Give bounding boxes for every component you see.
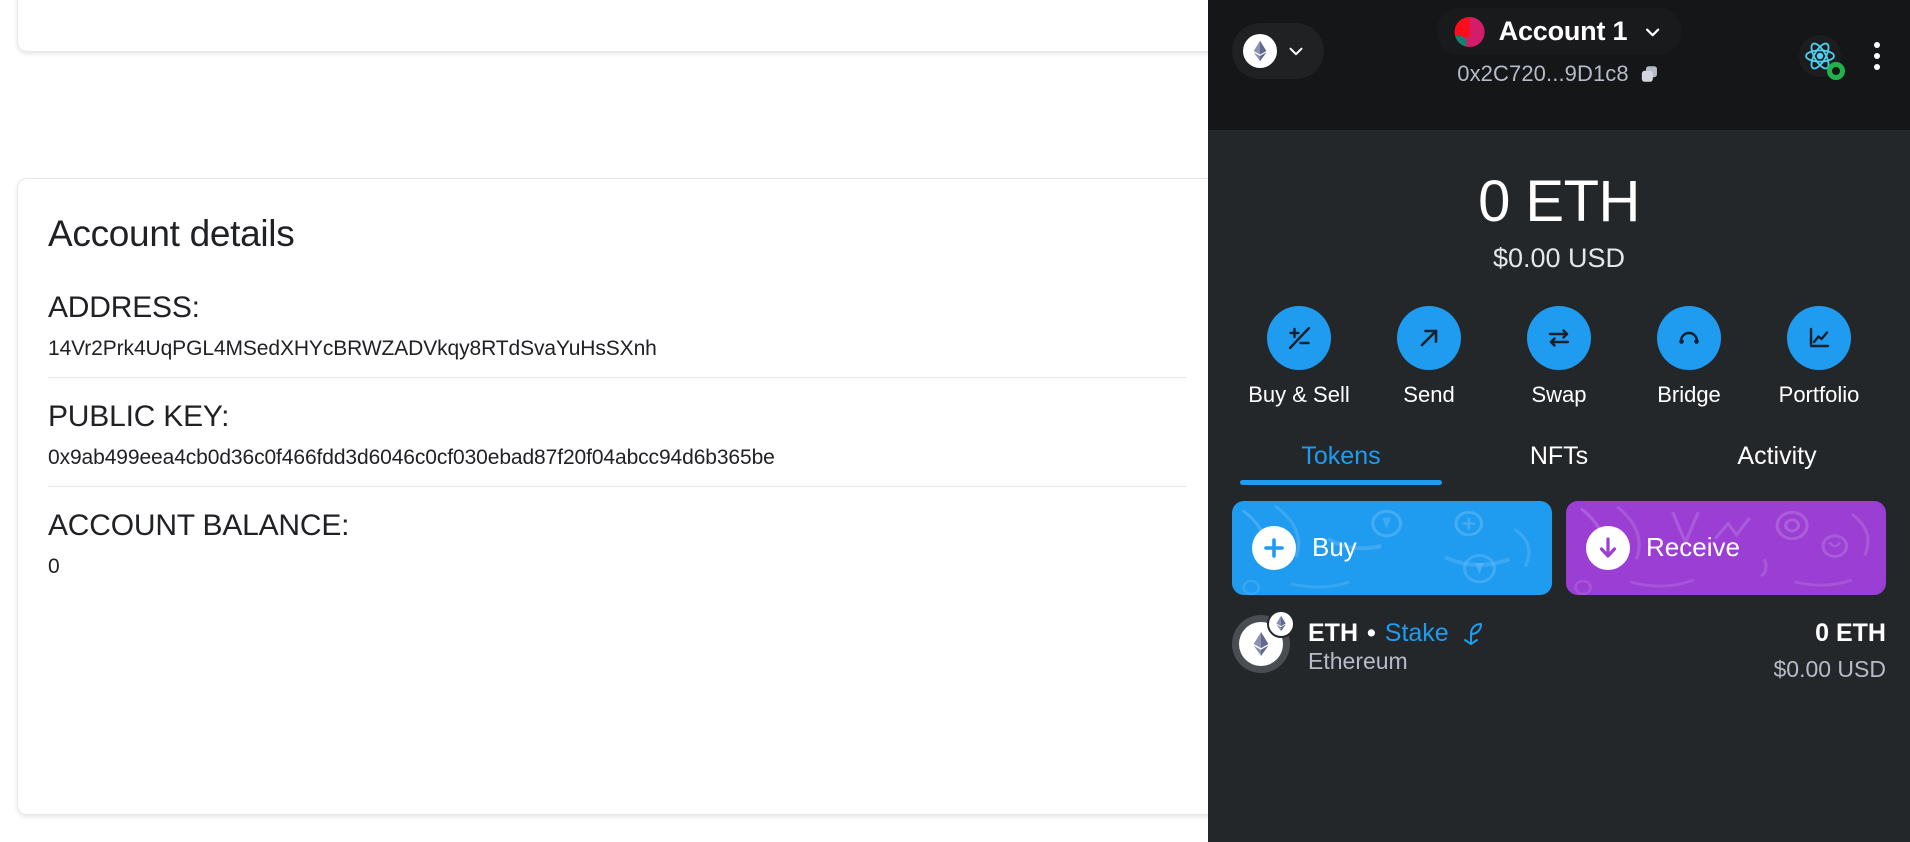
action-label: Bridge — [1657, 381, 1721, 407]
action-buttons: Buy & Sell Send Swap Bridge Portfolio — [1208, 274, 1910, 408]
tab-nfts[interactable]: NFTs — [1450, 442, 1668, 485]
buy-card[interactable]: Buy — [1232, 500, 1552, 595]
page-title: Account details — [48, 213, 295, 254]
action-swap[interactable]: Swap — [1513, 305, 1605, 408]
account-address[interactable]: 0x2C720...9D1c8 — [1457, 61, 1661, 87]
token-values: 0 ETH $0.00 USD — [1773, 615, 1886, 683]
dot — [1874, 64, 1880, 70]
balance-area: 0 ETH $0.00 USD — [1208, 130, 1910, 274]
copy-icon[interactable] — [1639, 63, 1661, 85]
tab-tokens[interactable]: Tokens — [1232, 442, 1450, 485]
arrow-up-right-icon — [1397, 305, 1461, 370]
detail-address: ADDRESS: 14Vr2Prk4UqPGL4MSedXHYcBRWZADVk… — [48, 269, 1186, 377]
plus-minus-icon — [1267, 305, 1331, 370]
buy-label: Buy — [1312, 532, 1357, 563]
kebab-menu-icon[interactable] — [1868, 36, 1886, 76]
balance-secondary: $0.00 USD — [1492, 242, 1626, 273]
list-item[interactable]: ETH • Stake Ethereum 0 ETH $0.00 USD — [1232, 609, 1886, 683]
action-label: Buy & Sell — [1248, 381, 1350, 407]
action-portfolio[interactable]: Portfolio — [1773, 305, 1865, 408]
stake-link[interactable]: Stake — [1385, 619, 1449, 648]
ethereum-network-badge-icon — [1267, 609, 1295, 638]
action-label: Portfolio — [1778, 381, 1860, 407]
dapp-page: Account details ADDRESS: 14Vr2Prk4UqPGL4… — [0, 0, 1208, 842]
account-details-card: Account details ADDRESS: 14Vr2Prk4UqPGL4… — [17, 178, 1208, 815]
ethereum-icon — [1243, 34, 1277, 68]
bridge-arc-icon — [1657, 305, 1721, 370]
action-label: Swap — [1531, 381, 1587, 407]
account-balance-value: 0 — [48, 555, 60, 578]
receive-card[interactable]: Receive — [1566, 500, 1886, 595]
chevron-down-icon — [1645, 28, 1659, 36]
detail-public-key: PUBLIC KEY: 0x9ab499eea4cb0d36c0f466fdd3… — [48, 378, 1186, 486]
token-text: ETH • Stake Ethereum — [1308, 615, 1484, 675]
connected-indicator-icon — [1827, 62, 1845, 80]
screen: Account details ADDRESS: 14Vr2Prk4UqPGL4… — [0, 0, 1910, 842]
detail-account-balance: ACCOUNT BALANCE: 0 — [48, 487, 1186, 595]
action-send[interactable]: Send — [1383, 305, 1475, 408]
action-bridge[interactable]: Bridge — [1643, 305, 1735, 408]
address-label: ADDRESS: — [48, 291, 200, 324]
token-separator: • — [1367, 618, 1376, 647]
receive-label: Receive — [1646, 532, 1740, 563]
plus-circle-icon — [1252, 525, 1296, 570]
token-amount: 0 ETH — [1815, 618, 1886, 647]
wallet-tabs: Tokens NFTs Activity — [1208, 442, 1910, 485]
dot — [1874, 42, 1880, 48]
chart-line-icon — [1787, 305, 1851, 370]
connection-status-button[interactable] — [1798, 34, 1845, 80]
dot — [1874, 53, 1880, 59]
token-name: Ethereum — [1308, 647, 1408, 674]
arrow-down-circle-icon — [1586, 525, 1630, 570]
ethereum-token-icon — [1232, 609, 1295, 673]
network-selector[interactable] — [1232, 23, 1324, 79]
metamask-popup: Account 1 0x2C720...9D1c8 0 ETH $0.00 US… — [1208, 0, 1910, 842]
avatar — [1454, 16, 1485, 47]
wallet-header: Account 1 0x2C720...9D1c8 — [1208, 0, 1910, 130]
action-label: Send — [1403, 381, 1455, 407]
tab-activity[interactable]: Activity — [1668, 442, 1886, 485]
balance-primary: 0 ETH — [1478, 169, 1640, 234]
account-name: Account 1 — [1498, 16, 1628, 46]
public-key-label: PUBLIC KEY: — [48, 400, 230, 433]
public-key-value: 0x9ab499eea4cb0d36c0f466fdd3d6046c0cf030… — [48, 446, 775, 469]
upper-card — [17, 0, 1208, 52]
sprout-icon — [1463, 623, 1482, 646]
address-value: 14Vr2Prk4UqPGL4MSedXHYcBRWZADVkqy8RTdSva… — [48, 337, 657, 360]
account-block: Account 1 0x2C720...9D1c8 — [1437, 8, 1682, 87]
action-buy-sell[interactable]: Buy & Sell — [1248, 305, 1350, 408]
token-symbol: ETH — [1308, 618, 1358, 647]
swap-arrows-icon — [1527, 305, 1591, 370]
chevron-down-icon — [1289, 47, 1303, 56]
promo-cards: Buy Receive — [1208, 485, 1910, 595]
account-address-text: 0x2C720...9D1c8 — [1457, 61, 1629, 86]
account-balance-label: ACCOUNT BALANCE: — [48, 509, 350, 542]
token-fiat: $0.00 USD — [1773, 655, 1886, 682]
header-actions — [1798, 34, 1886, 80]
token-title: ETH • Stake — [1308, 619, 1484, 648]
account-selector[interactable]: Account 1 — [1437, 8, 1682, 55]
token-list: ETH • Stake Ethereum 0 ETH $0.00 USD — [1208, 595, 1910, 842]
